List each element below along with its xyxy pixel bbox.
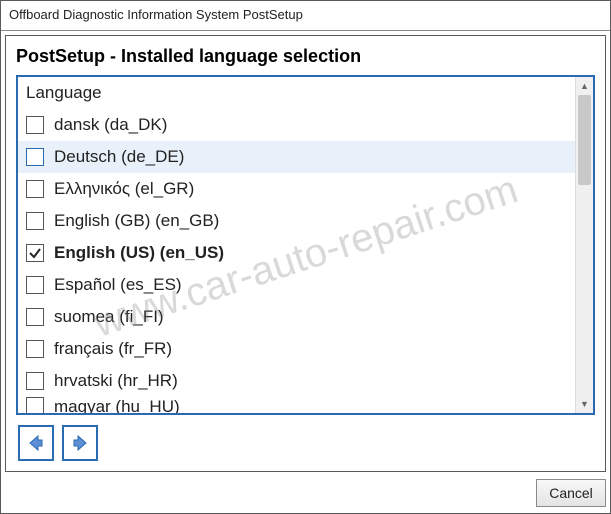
language-row[interactable]: magyar (hu_HU) bbox=[18, 397, 575, 413]
language-label: hrvatski (hr_HR) bbox=[54, 371, 178, 391]
arrow-left-icon bbox=[26, 433, 46, 453]
language-checkbox[interactable] bbox=[26, 212, 44, 230]
language-row[interactable]: Ελληνικός (el_GR) bbox=[18, 173, 575, 205]
scroll-thumb[interactable] bbox=[578, 95, 591, 185]
language-row[interactable]: suomea (fi_FI) bbox=[18, 301, 575, 333]
language-label: dansk (da_DK) bbox=[54, 115, 167, 135]
scrollbar[interactable]: ▲ ▼ bbox=[575, 77, 593, 413]
language-checkbox[interactable] bbox=[26, 340, 44, 358]
language-row[interactable]: English (GB) (en_GB) bbox=[18, 205, 575, 237]
check-icon bbox=[28, 246, 42, 260]
language-label: suomea (fi_FI) bbox=[54, 307, 164, 327]
language-label: Ελληνικός (el_GR) bbox=[54, 179, 194, 199]
language-label: English (GB) (en_GB) bbox=[54, 211, 219, 231]
language-row[interactable]: English (US) (en_US) bbox=[18, 237, 575, 269]
language-checkbox[interactable] bbox=[26, 308, 44, 326]
language-row[interactable]: Deutsch (de_DE) bbox=[18, 141, 575, 173]
language-label: Español (es_ES) bbox=[54, 275, 182, 295]
language-label: magyar (hu_HU) bbox=[54, 397, 180, 413]
language-checkbox[interactable] bbox=[26, 148, 44, 166]
page-heading: PostSetup - Installed language selection bbox=[16, 46, 595, 67]
back-button[interactable] bbox=[18, 425, 54, 461]
nav-bar bbox=[16, 423, 595, 463]
language-row[interactable]: dansk (da_DK) bbox=[18, 109, 575, 141]
language-list: Language dansk (da_DK) Deutsch (de_DE) Ελλ… bbox=[18, 77, 575, 413]
window: Offboard Diagnostic Information System P… bbox=[0, 0, 611, 514]
content-area: PostSetup - Installed language selection… bbox=[5, 35, 606, 472]
language-label: français (fr_FR) bbox=[54, 339, 172, 359]
language-label: Deutsch (de_DE) bbox=[54, 147, 184, 167]
language-checkbox[interactable] bbox=[26, 116, 44, 134]
language-checkbox[interactable] bbox=[26, 244, 44, 262]
language-row[interactable]: français (fr_FR) bbox=[18, 333, 575, 365]
language-label: English (US) (en_US) bbox=[54, 243, 224, 263]
language-listbox: Language dansk (da_DK) Deutsch (de_DE) Ελλ… bbox=[16, 75, 595, 415]
scroll-down-arrow-icon[interactable]: ▼ bbox=[576, 395, 593, 413]
footer: Cancel bbox=[1, 476, 610, 513]
titlebar: Offboard Diagnostic Information System P… bbox=[1, 1, 610, 31]
language-checkbox[interactable] bbox=[26, 397, 44, 413]
window-title: Offboard Diagnostic Information System P… bbox=[9, 7, 303, 22]
language-row[interactable]: hrvatski (hr_HR) bbox=[18, 365, 575, 397]
column-header-language: Language bbox=[18, 81, 575, 109]
language-row[interactable]: Español (es_ES) bbox=[18, 269, 575, 301]
language-checkbox[interactable] bbox=[26, 276, 44, 294]
language-checkbox[interactable] bbox=[26, 372, 44, 390]
arrow-right-icon bbox=[70, 433, 90, 453]
language-checkbox[interactable] bbox=[26, 180, 44, 198]
next-button[interactable] bbox=[62, 425, 98, 461]
cancel-button[interactable]: Cancel bbox=[536, 479, 606, 507]
scroll-up-arrow-icon[interactable]: ▲ bbox=[576, 77, 593, 95]
